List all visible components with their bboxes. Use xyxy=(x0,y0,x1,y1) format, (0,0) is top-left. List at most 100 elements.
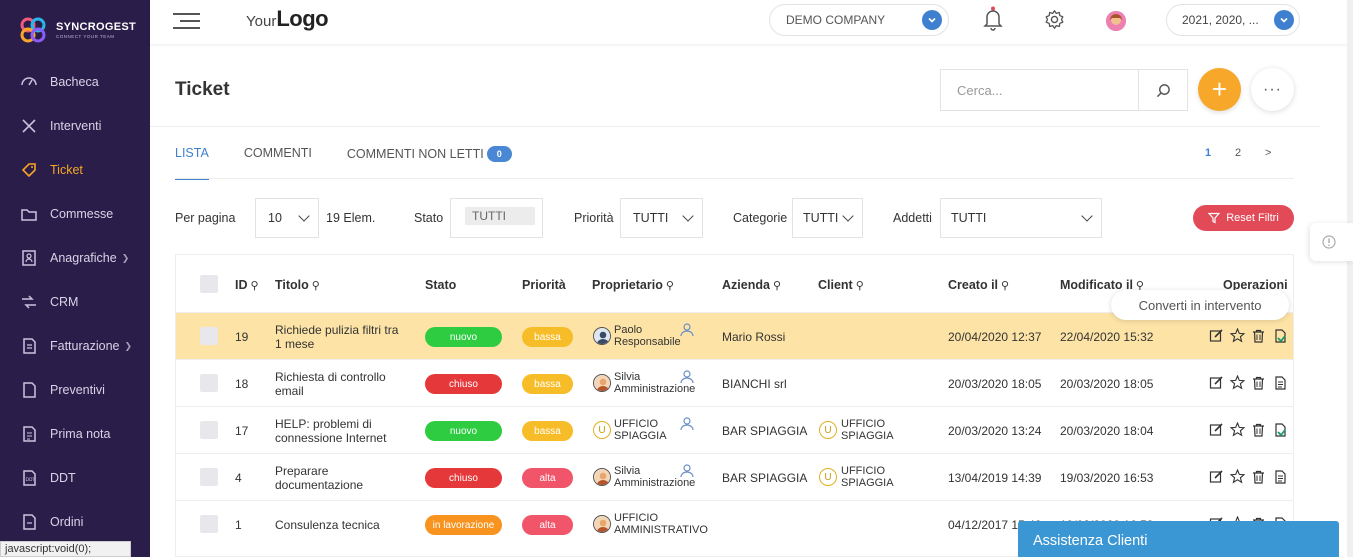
owner-name: UFFICIO AMMINISTRATIVO xyxy=(614,512,708,536)
trash-icon[interactable] xyxy=(1248,422,1269,437)
trash-icon[interactable] xyxy=(1248,469,1269,484)
search-icon[interactable]: ⚲ xyxy=(666,280,674,292)
search-icon[interactable]: ⚲ xyxy=(856,280,864,292)
priority-badge: bassa xyxy=(522,327,573,347)
ticket-title[interactable]: Consulenza tecnica xyxy=(275,518,380,532)
hamburger-menu-icon[interactable] xyxy=(173,13,200,34)
row-checkbox[interactable] xyxy=(200,421,218,439)
col-titolo[interactable]: Titolo ⚲ xyxy=(275,278,320,292)
divider xyxy=(150,126,1320,127)
star-icon[interactable] xyxy=(1227,375,1248,390)
tooltip-converti: Converti in intervento xyxy=(1111,290,1289,320)
customer-support-button[interactable]: Assistenza Clienti xyxy=(1018,521,1339,557)
reset-filters-button[interactable]: Reset Filtri xyxy=(1193,205,1294,231)
col-id[interactable]: ID ⚲ xyxy=(235,278,259,292)
sidebar-item-ddt[interactable]: DDT DDT xyxy=(0,456,150,500)
sidebar-item-crm[interactable]: CRM xyxy=(0,280,150,324)
addetti-filter[interactable]: TUTTI xyxy=(940,198,1102,238)
company-selector[interactable]: DEMO COMPANY xyxy=(769,4,949,36)
select-all-checkbox[interactable] xyxy=(200,275,218,293)
bell-icon[interactable] xyxy=(983,6,1003,37)
company-selector-label: DEMO COMPANY xyxy=(786,13,886,27)
tab-commenti[interactable]: COMMENTI xyxy=(244,146,312,180)
edit-icon[interactable] xyxy=(1206,328,1227,343)
more-options-button[interactable]: ··· xyxy=(1251,68,1294,111)
sidebar-item-prima-nota[interactable]: Prima nota xyxy=(0,412,150,456)
user-avatar[interactable] xyxy=(1106,11,1126,31)
sidebar-item-interventi[interactable]: Interventi xyxy=(0,104,150,148)
company-name: BAR SPIAGGIA xyxy=(722,471,808,485)
sidebar-item-ordini[interactable]: Ordini xyxy=(0,500,150,544)
tools-icon xyxy=(20,117,38,135)
star-icon[interactable] xyxy=(1227,328,1248,343)
next-page-link[interactable]: > xyxy=(1265,147,1295,159)
edit-icon[interactable] xyxy=(1206,422,1227,437)
tab-lista[interactable]: LISTA xyxy=(175,146,209,180)
sidebar-item-fatturazione[interactable]: Fatturazione ❯ xyxy=(0,324,150,368)
categorie-filter[interactable]: TUTTI xyxy=(792,198,863,238)
search-button[interactable] xyxy=(1138,70,1187,110)
ticket-icon xyxy=(20,161,38,179)
brand[interactable]: SYNCROGEST CONNECT YOUR TEAM xyxy=(0,0,150,60)
user-icon[interactable] xyxy=(679,463,695,482)
sidebar-item-label: Anagrafiche xyxy=(50,251,117,265)
ticket-title[interactable]: HELP: problemi di connessione Internet xyxy=(275,417,386,445)
search-icon[interactable]: ⚲ xyxy=(251,280,259,292)
row-checkbox[interactable] xyxy=(200,515,218,533)
edit-icon[interactable] xyxy=(1206,375,1227,390)
user-icon[interactable] xyxy=(679,416,695,435)
owner-name: Paolo Responsabile xyxy=(614,324,681,348)
year-selector-label: 2021, 2020, ... xyxy=(1182,13,1259,27)
priority-badge: alta xyxy=(522,468,573,488)
col-azienda[interactable]: Azienda ⚲ xyxy=(722,278,781,292)
star-icon[interactable] xyxy=(1227,422,1248,437)
page-scrollbar[interactable] xyxy=(1347,0,1353,557)
col-proprietario[interactable]: Proprietario ⚲ xyxy=(592,278,674,292)
user-icon[interactable] xyxy=(679,322,695,341)
table-row[interactable]: 4 Preparare documentazione chiuso alta Silvia… xyxy=(176,453,1293,500)
ticket-id: 1 xyxy=(235,518,242,532)
sidebar-item-ticket[interactable]: Ticket xyxy=(0,148,150,192)
unread-count-badge: 0 xyxy=(486,146,512,162)
document-icon[interactable] xyxy=(1269,469,1290,484)
stato-filter[interactable]: TUTTI xyxy=(450,198,543,238)
priorita-filter[interactable]: TUTTI xyxy=(620,198,703,238)
ticket-title[interactable]: Preparare documentazione xyxy=(275,464,363,492)
info-icon[interactable] xyxy=(1310,223,1353,261)
convert-to-intervention-icon[interactable] xyxy=(1269,328,1290,343)
sidebar-item-anagrafiche[interactable]: Anagrafiche ❯ xyxy=(0,236,150,280)
search-icon[interactable]: ⚲ xyxy=(312,280,320,292)
document-icon[interactable] xyxy=(1269,375,1290,390)
sidebar-item-bacheca[interactable]: Bacheca xyxy=(0,60,150,104)
ticket-title[interactable]: Richiede pulizia filtri tra 1 mese xyxy=(275,323,398,351)
row-checkbox[interactable] xyxy=(200,374,218,392)
tab-commenti-non-letti[interactable]: COMMENTI NON LETTI 0 xyxy=(347,146,512,180)
sidebar-item-preventivi[interactable]: Preventivi xyxy=(0,368,150,412)
table-row[interactable]: 18 Richiesta di controllo email chiuso bassa… xyxy=(176,359,1293,406)
year-selector[interactable]: 2021, 2020, ... xyxy=(1166,4,1300,36)
company-name: Mario Rossi xyxy=(722,330,786,344)
row-checkbox[interactable] xyxy=(200,468,218,486)
per-page-select[interactable]: 10 xyxy=(255,198,319,238)
ticket-title[interactable]: Richiesta di controllo email xyxy=(275,370,386,398)
star-icon[interactable] xyxy=(1227,469,1248,484)
table-row[interactable]: 17 HELP: problemi di connessione Internet n… xyxy=(176,406,1293,453)
trash-icon[interactable] xyxy=(1248,375,1269,390)
edit-icon[interactable] xyxy=(1206,469,1227,484)
row-checkbox[interactable] xyxy=(200,327,218,345)
add-ticket-button[interactable]: + xyxy=(1198,68,1241,111)
search-icon[interactable]: ⚲ xyxy=(773,280,781,292)
page-2-link[interactable]: 2 xyxy=(1235,147,1265,159)
convert-to-intervention-icon[interactable] xyxy=(1269,422,1290,437)
sidebar-item-label: Fatturazione xyxy=(50,339,120,353)
col-client[interactable]: Client ⚲ xyxy=(818,278,864,292)
search-input[interactable] xyxy=(941,70,1139,110)
col-priorita: Priorità xyxy=(522,278,566,292)
col-creato[interactable]: Creato il ⚲ xyxy=(948,278,1009,292)
page-1-link[interactable]: 1 xyxy=(1205,147,1235,159)
gear-icon[interactable] xyxy=(1044,9,1065,35)
search-icon[interactable]: ⚲ xyxy=(1001,280,1009,292)
sidebar-item-commesse[interactable]: Commesse xyxy=(0,192,150,236)
user-icon[interactable] xyxy=(679,369,695,388)
trash-icon[interactable] xyxy=(1248,328,1269,343)
